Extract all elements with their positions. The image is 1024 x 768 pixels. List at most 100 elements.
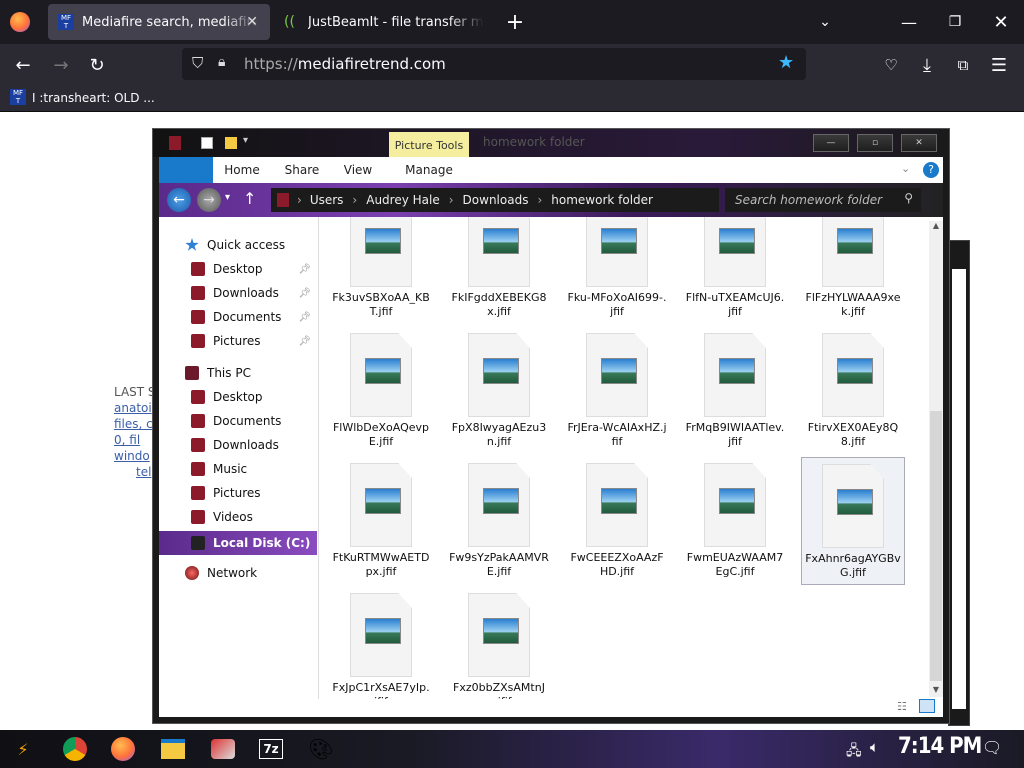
shield-icon[interactable]: ⛉	[192, 54, 203, 72]
7zip-icon[interactable]: 7z	[254, 733, 288, 765]
tab-list-icon[interactable]: ⌄	[802, 0, 848, 44]
file-explorer-icon[interactable]	[156, 733, 190, 765]
nav-local-disk[interactable]: Local Disk (C:)	[159, 531, 317, 555]
nav-qa-desktop[interactable]: Desktop 📌︎	[159, 257, 317, 281]
recent-locations-icon[interactable]: ▾	[225, 192, 230, 203]
breadcrumb[interactable]: › Users › Audrey Hale › Downloads › home…	[271, 188, 719, 212]
close-window-button[interactable]: ✕	[978, 0, 1024, 44]
maximize-button[interactable]: ▫	[857, 134, 893, 152]
scroll-up-icon[interactable]: ▲	[929, 221, 943, 233]
details-view-icon[interactable]: ☷	[897, 700, 907, 713]
new-tab-icon[interactable]: +	[492, 0, 538, 44]
nav-quick-access[interactable]: Quick access	[159, 233, 317, 257]
file-item[interactable]: Fxz0bbZXsAMtnJw.jfif	[447, 587, 551, 699]
nav-pc-music[interactable]: Music	[159, 457, 317, 481]
file-item[interactable]: FlWlbDeXoAQevpE.jfif	[329, 327, 433, 455]
file-item[interactable]: Fk3uvSBXoAA_KBT.jfif	[329, 217, 433, 325]
breadcrumb-homework-folder[interactable]: homework folder	[551, 193, 653, 207]
file-item[interactable]: FtirvXEX0AEy8Q8.jfif	[801, 327, 905, 455]
quick-access-dropdown-icon[interactable]: ▾	[243, 135, 248, 146]
file-item[interactable]: FrJEra-WcAIAxHZ.jfif	[565, 327, 669, 455]
minimize-button[interactable]: —	[813, 134, 849, 152]
close-button[interactable]: ✕	[901, 134, 937, 152]
palette-icon[interactable]: 🎨︎	[304, 733, 338, 765]
url-bar[interactable]: ⛉ 🔒︎ https://mediafiretrend.com ★	[182, 48, 806, 80]
file-item[interactable]: FxJpC1rXsAE7yIp.jfif	[329, 587, 433, 699]
reload-icon[interactable]: ↻	[82, 44, 112, 86]
firefox-icon[interactable]	[10, 12, 30, 32]
ribbon-expand-icon[interactable]: ⌄	[901, 162, 910, 175]
minimize-button[interactable]: —	[886, 0, 932, 44]
volume-icon[interactable]: 🔈︎	[870, 738, 879, 756]
breadcrumb-downloads[interactable]: Downloads	[463, 193, 529, 207]
menu-icon[interactable]: ☰	[984, 44, 1014, 86]
url-text[interactable]: https://mediafiretrend.com	[244, 55, 446, 73]
tab-share[interactable]: Share	[277, 157, 327, 183]
nav-pc-desktop[interactable]: Desktop	[159, 385, 317, 409]
tab-justbeamit[interactable]: (( JustBeamIt - file transfer m	[274, 4, 496, 40]
forward-icon[interactable]: →	[197, 188, 221, 212]
nav-network[interactable]: Network	[159, 561, 317, 585]
lock-icon[interactable]: 🔒︎	[218, 54, 225, 70]
page-link[interactable]: files, c	[114, 416, 156, 432]
tab-manage[interactable]: Manage	[391, 157, 467, 183]
bookmark-item[interactable]: I :transheart: OLD ...	[32, 91, 155, 105]
nav-pc-videos[interactable]: Videos	[159, 505, 317, 529]
scrollbar-thumb[interactable]	[930, 411, 942, 681]
clock[interactable]: 7:14 PM	[898, 734, 982, 759]
extensions-icon[interactable]: ⧉	[948, 44, 978, 86]
file-item[interactable]: FwmEUAzWAAM7EgC.jfif	[683, 457, 787, 585]
pin-icon[interactable]: 📌︎	[298, 264, 311, 275]
tab-home[interactable]: Home	[217, 157, 267, 183]
nav-this-pc[interactable]: This PC	[159, 361, 317, 385]
scroll-down-icon[interactable]: ▼	[929, 685, 943, 697]
paint-icon[interactable]	[206, 733, 240, 765]
file-item[interactable]: Fw9sYzPakAAMVRE.jfif	[447, 457, 551, 585]
search-icon[interactable]: ⚲	[904, 191, 913, 205]
tab-mediafire[interactable]: MF T Mediafire search, mediafire s ✕	[48, 4, 270, 40]
back-icon[interactable]: ←	[8, 44, 38, 86]
firefox-icon[interactable]	[106, 733, 140, 765]
start-icon[interactable]: ⚡	[6, 733, 40, 765]
nav-pc-pictures[interactable]: Pictures	[159, 481, 317, 505]
new-folder-icon[interactable]	[225, 137, 237, 149]
pin-icon[interactable]: 📌︎	[298, 288, 311, 299]
nav-pc-documents[interactable]: Documents	[159, 409, 317, 433]
download-icon[interactable]: ⤓	[912, 44, 942, 86]
nav-qa-documents[interactable]: Documents 📌︎	[159, 305, 317, 329]
pin-icon[interactable]: 📌︎	[298, 336, 311, 347]
file-item[interactable]: FkIFgddXEBEKG8x.jfif	[447, 217, 551, 325]
pocket-icon[interactable]: ♡	[876, 44, 906, 86]
network-icon[interactable]: 🖧︎	[846, 740, 862, 764]
properties-icon[interactable]	[201, 137, 213, 149]
back-icon[interactable]: ←	[167, 188, 191, 212]
large-icons-view-icon[interactable]	[919, 699, 935, 713]
file-item[interactable]: FrMqB9IWIAATlev.jfif	[683, 327, 787, 455]
star-icon[interactable]: ★	[778, 52, 794, 73]
pin-icon[interactable]: 📌︎	[298, 312, 311, 323]
file-item[interactable]: FtKuRTMWwAETDpx.jfif	[329, 457, 433, 585]
page-link[interactable]: tel	[114, 464, 156, 480]
nav-qa-downloads[interactable]: Downloads 📌︎	[159, 281, 317, 305]
breadcrumb-audrey-hale[interactable]: Audrey Hale	[366, 193, 440, 207]
tab-view[interactable]: View	[335, 157, 381, 183]
notification-icon[interactable]: 🗨︎	[982, 738, 1002, 757]
help-icon[interactable]: ?	[923, 162, 939, 178]
file-item[interactable]: FpX8IwyagAEzu3n.jfif	[447, 327, 551, 455]
up-icon[interactable]: ↑	[243, 189, 256, 208]
page-link[interactable]: windo	[114, 448, 156, 464]
nav-qa-pictures[interactable]: Pictures 📌︎	[159, 329, 317, 353]
forward-icon[interactable]: →	[46, 44, 76, 86]
nav-pc-downloads[interactable]: Downloads	[159, 433, 317, 457]
file-item[interactable]: FlFzHYLWAAA9xek.jfif	[801, 217, 905, 325]
file-item[interactable]: FwCEEEZXoAAzFHD.jfif	[565, 457, 669, 585]
file-item[interactable]: FxAhnr6agAYGBvG.jfif	[801, 457, 905, 585]
breadcrumb-users[interactable]: Users	[310, 193, 344, 207]
maximize-button[interactable]: ❐	[932, 0, 978, 44]
search-input[interactable]: Search homework folder ⚲	[725, 188, 921, 212]
vertical-scrollbar[interactable]: ▲ ▼	[929, 221, 943, 697]
chrome-icon[interactable]	[58, 733, 92, 765]
tab-close-icon[interactable]: ✕	[246, 14, 258, 30]
file-item[interactable]: FlfN-uTXEAMcUJ6.jfif	[683, 217, 787, 325]
page-link[interactable]: 0, fil	[114, 432, 156, 448]
